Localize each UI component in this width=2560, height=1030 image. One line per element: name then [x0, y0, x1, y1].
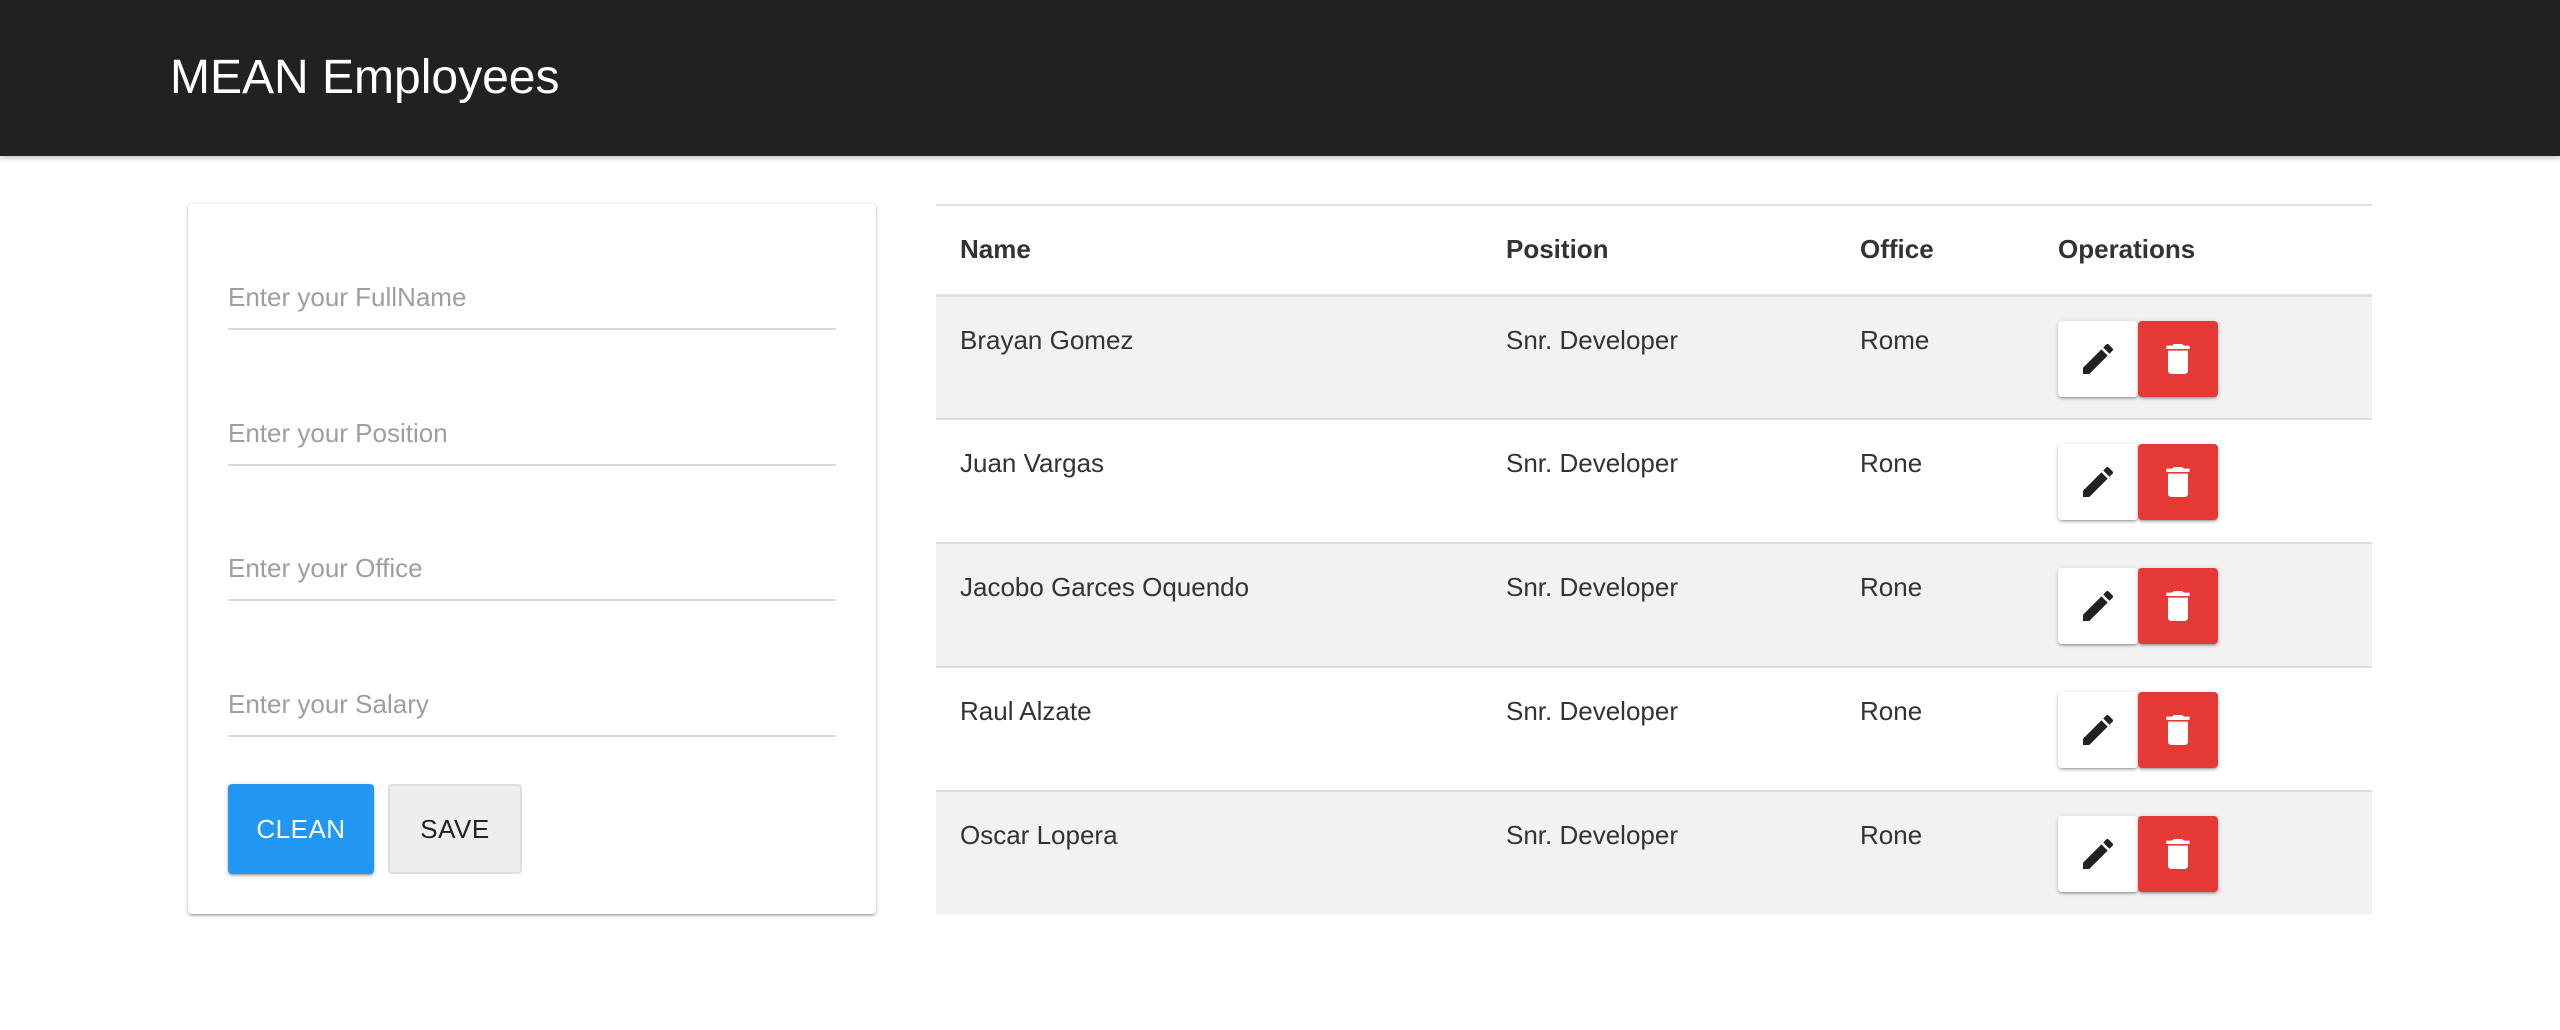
edit-button[interactable]: [2058, 816, 2138, 892]
header-name: Name: [960, 234, 1031, 265]
office-input[interactable]: [228, 537, 836, 601]
table-row: Jacobo Garces Oquendo Snr. Developer Ron…: [936, 543, 2372, 667]
employee-name-cell: Brayan Gomez: [960, 324, 1134, 355]
trash-icon: [2166, 343, 2190, 374]
delete-button[interactable]: [2138, 320, 2218, 397]
edit-button[interactable]: [2058, 320, 2138, 397]
employee-position-cell: Snr. Developer: [1506, 324, 1678, 355]
trash-icon: [2166, 591, 2190, 621]
pencil-icon: [2083, 714, 2114, 745]
employee-position-cell: Snr. Developer: [1506, 572, 1678, 602]
table-header-row: Name Position Office Operations: [936, 205, 2372, 295]
employee-name-cell: Raul Alzate: [960, 696, 1092, 726]
edit-button[interactable]: [2058, 692, 2138, 768]
operations-cell: [2034, 543, 2372, 667]
employee-office-cell: Rone: [1860, 572, 1923, 602]
employee-office-cell: Rome: [1860, 324, 1930, 355]
save-button[interactable]: SAVE: [388, 784, 522, 874]
table-row: Raul Alzate Snr. Developer Rone: [936, 667, 2372, 791]
trash-icon: [2166, 715, 2190, 745]
clean-button[interactable]: CLEAN: [228, 784, 374, 874]
fullname-input[interactable]: [228, 266, 836, 330]
employee-name-cell: Oscar Lopera: [960, 820, 1118, 850]
table-row: Juan Vargas Snr. Developer Rone: [936, 419, 2372, 543]
employee-name-cell: Jacobo Garces Oquendo: [960, 572, 1250, 602]
employee-position-cell: Snr. Developer: [1506, 448, 1678, 478]
employee-name-cell: Juan Vargas: [960, 448, 1105, 478]
employees-table: Name Position Office Operations Brayan G…: [936, 204, 2372, 915]
pencil-icon: [2083, 343, 2114, 374]
employees-table-container: Name Position Office Operations Brayan G…: [936, 204, 2372, 915]
delete-button[interactable]: [2138, 568, 2218, 644]
header-operations: Operations: [2058, 234, 2196, 265]
employee-office-cell: Rone: [1860, 448, 1923, 478]
employee-form-card: CLEAN SAVE: [188, 204, 876, 914]
operations-cell: [2034, 295, 2372, 419]
header-position: Position: [1506, 234, 1609, 265]
table-row: Brayan Gomez Snr. Developer Rome: [936, 295, 2372, 419]
pencil-icon: [2083, 590, 2114, 621]
trash-icon: [2166, 839, 2190, 869]
position-input[interactable]: [228, 402, 836, 466]
top-navbar: MEAN Employees: [0, 0, 2560, 156]
operations-cell: [2034, 667, 2372, 791]
pencil-icon: [2083, 838, 2114, 869]
operations-cell: [2034, 419, 2372, 543]
app-title[interactable]: MEAN Employees: [170, 46, 559, 110]
employee-position-cell: Snr. Developer: [1506, 696, 1678, 726]
employee-office-cell: Rone: [1860, 696, 1923, 726]
operations-cell: [2034, 791, 2372, 915]
employee-position-cell: Snr. Developer: [1506, 820, 1678, 850]
edit-button[interactable]: [2058, 568, 2138, 644]
edit-button[interactable]: [2058, 444, 2138, 520]
employee-office-cell: Rone: [1860, 820, 1923, 850]
delete-button[interactable]: [2138, 816, 2218, 892]
delete-button[interactable]: [2138, 444, 2218, 520]
trash-icon: [2166, 467, 2190, 497]
table-row: Oscar Lopera Snr. Developer Rone: [936, 791, 2372, 915]
salary-input[interactable]: [228, 673, 836, 737]
pencil-icon: [2083, 466, 2114, 497]
header-office: Office: [1860, 234, 1934, 265]
delete-button[interactable]: [2138, 692, 2218, 768]
